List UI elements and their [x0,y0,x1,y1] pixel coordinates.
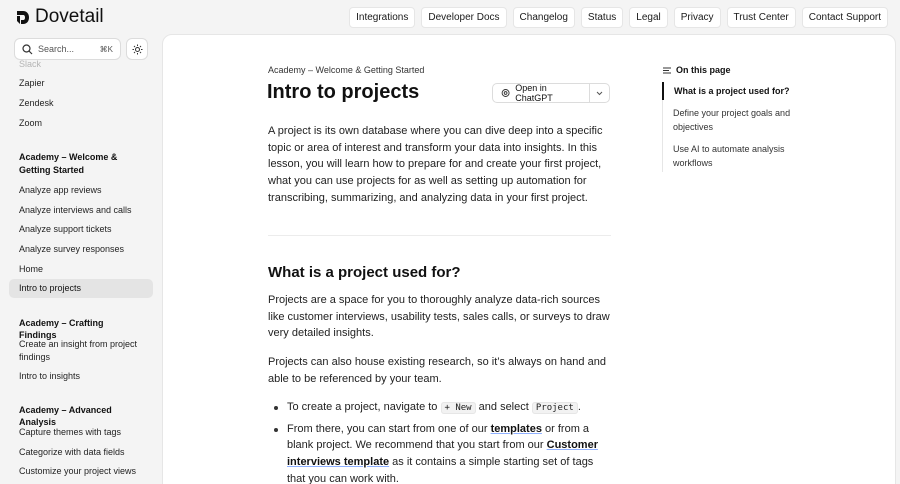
chevron-down-icon [596,91,603,95]
nav-developer-docs[interactable]: Developer Docs [421,7,507,28]
search-placeholder: Search... [38,44,75,54]
bullet-text: and select [478,401,529,413]
sidebar-item-zapier[interactable]: Zapier [9,77,153,89]
open-in-chatgpt-label: Open in ChatGPT [515,83,553,103]
section-heading-project-use: What is a project used for? [268,264,461,281]
nav-contact-support[interactable]: Contact Support [801,7,888,28]
paragraph-projects-space: Projects are a space for you to thorough… [268,294,610,340]
toc-item-project-goals[interactable]: Define your project goals and objectives [663,104,792,136]
bullet-text: From there, you can start from one of ou… [287,422,488,435]
open-in-chatgpt-button[interactable]: Open in ChatGPT [493,83,589,103]
breadcrumb[interactable]: Academy – Welcome & Getting Started [268,65,424,75]
sidebar-group-advanced-analysis[interactable]: Academy – Advanced Analysis [9,404,153,428]
nav-status[interactable]: Status [580,7,624,28]
table-of-contents: What is a project used for? Define your … [662,82,792,172]
bullet-text: To create a project, navigate to [287,401,438,413]
sun-icon [132,44,142,54]
sidebar-group-welcome[interactable]: Academy – Welcome & Getting Started [9,151,153,177]
new-button-code: + New [440,402,476,414]
sidebar-item-slack[interactable]: Slack [9,58,153,70]
toc-item-ai-automation[interactable]: Use AI to automate analysis workflows [663,140,792,172]
open-in-chatgpt-control: Open in ChatGPT [492,83,610,103]
search-shortcut: ⌘K [99,44,113,54]
page-title: Intro to projects [267,81,420,103]
sidebar-item-intro-to-insights[interactable]: Intro to insights [9,370,153,382]
sidebar-item-analyze-support-tickets[interactable]: Analyze support tickets [9,223,153,235]
sidebar-item-capture-themes[interactable]: Capture themes with tags [9,426,153,438]
dovetail-logo-icon [17,10,29,24]
chatgpt-options-button[interactable] [589,84,609,102]
sidebar-item-analyze-interviews[interactable]: Analyze interviews and calls [9,204,153,216]
bullet-text: . [577,401,581,413]
sidebar-item-home[interactable]: Home [9,263,153,275]
brand-name: Dovetail [35,6,104,27]
project-code: Project [531,402,578,414]
list-item: From there, you can start from one of ou… [268,421,611,484]
nav-privacy[interactable]: Privacy [673,7,721,28]
sidebar-item-zoom[interactable]: Zoom [9,117,153,129]
list-item: To create a project, navigate to + New a… [268,399,611,417]
toc-title-label: On this page [676,65,731,75]
article-panel: Academy – Welcome & Getting Started Intr… [162,34,896,484]
dovetail-logo[interactable]: Dovetail [16,6,104,28]
templates-link[interactable]: templates [491,423,542,435]
search-icon [22,43,33,54]
sidebar-item-customize-views[interactable]: Customize your project views [9,465,153,477]
list-icon [663,67,671,73]
nav-integrations[interactable]: Integrations [349,7,416,28]
sidebar: Slack Zapier Zendesk Zoom Academy – Welc… [9,56,153,484]
paragraph-house-research: Projects can also house existing researc… [268,356,606,385]
sidebar-item-categorize-data-fields[interactable]: Categorize with data fields [9,446,153,458]
sidebar-item-analyze-app-reviews[interactable]: Analyze app reviews [9,184,153,196]
steps-list: To create a project, navigate to + New a… [268,399,611,484]
sidebar-item-intro-to-projects[interactable]: Intro to projects [9,279,153,298]
chatgpt-icon [501,89,510,97]
sidebar-item-analyze-survey-responses[interactable]: Analyze survey responses [9,243,153,255]
nav-trust-center[interactable]: Trust Center [726,7,796,28]
nav-changelog[interactable]: Changelog [512,7,575,28]
section-divider [268,235,611,236]
toc-title: On this page [663,65,731,75]
sidebar-item-zendesk[interactable]: Zendesk [9,97,153,109]
nav-legal[interactable]: Legal [629,7,668,28]
top-nav: Integrations Developer Docs Changelog St… [349,7,888,28]
toc-item-project-use[interactable]: What is a project used for? [662,82,792,100]
sidebar-item-create-insight[interactable]: Create an insight from project findings [9,338,153,364]
intro-paragraph: A project is its own database where you … [268,125,603,204]
